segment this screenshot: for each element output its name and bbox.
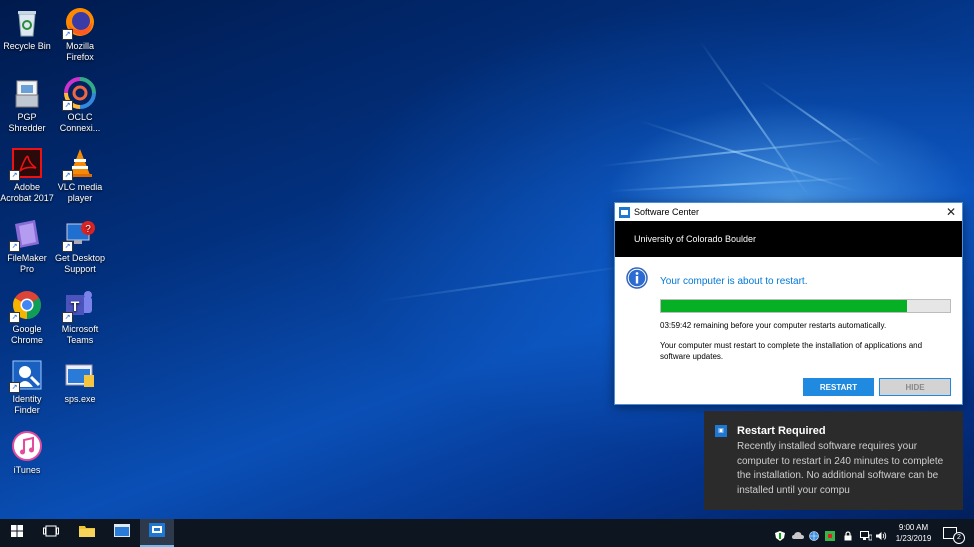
network-icon[interactable] [860,528,873,541]
info-icon [626,267,648,289]
shortcut-arrow-icon: ↗ [62,170,73,181]
defender-icon[interactable] [775,528,785,541]
desktop-icon-label: OCLC Connexi... [59,112,101,133]
firefox-icon: ↗ [62,6,96,40]
task-view-button[interactable] [34,519,68,547]
shortcut-arrow-icon: ↗ [9,382,20,393]
close-button[interactable]: ✕ [940,203,962,221]
restart-required-toast[interactable]: ▣ Restart Required Recently installed so… [704,411,963,510]
desktop-icon-sps-exe[interactable]: sps.exe [53,359,107,405]
desktop-icon-label: FileMaker Pro [7,253,47,274]
taskbar: 9:00 AM 1/23/2019 2 [0,519,974,547]
clock-date: 1/23/2019 [895,534,932,543]
toast-title: Restart Required [737,425,826,437]
software-center-window: Software Center ✕ University of Colorado… [614,202,963,405]
software-center-icon [149,522,165,542]
window-title: Software Center [634,207,700,217]
close-icon: ✕ [945,205,957,219]
desktop-icon-desktop-support[interactable]: ? ↗ Get Desktop Support [53,218,107,275]
toast-body: Recently installed software requires you… [737,441,944,496]
software-center-icon: ▣ [715,425,727,437]
system-clock[interactable]: 9:00 AM 1/23/2019 [891,522,936,544]
taskbar-software-center[interactable] [140,519,174,547]
desktop-icon-label: VLC media player [57,182,103,203]
shortcut-arrow-icon: ↗ [9,170,20,181]
shortcut-arrow-icon: ↗ [62,241,73,252]
desktop-icon-recycle-bin[interactable]: Recycle Bin [0,6,54,52]
pgp-shredder-icon [11,77,43,109]
desktop-icon-label: PGP Shredder [8,112,46,133]
app-window-icon [114,524,130,542]
desktop-icon-chrome[interactable]: ↗ Google Chrome [0,289,54,346]
taskbar-app-window[interactable] [105,519,139,547]
shortcut-arrow-icon: ↗ [62,312,73,323]
restart-progress-fill [661,300,907,312]
lock-icon[interactable] [843,528,853,541]
desktop-icon-label: Microsoft Teams [61,324,99,345]
chrome-icon: ↗ [9,289,43,323]
security-shield-icon[interactable] [825,528,835,541]
network-globe-icon[interactable] [809,528,819,541]
desktop-icon-label: Recycle Bin [3,41,51,51]
desktop-icon-teams[interactable]: T ↗ Microsoft Teams [53,289,107,346]
shortcut-arrow-icon: ↗ [62,29,73,40]
identity-finder-icon: ↗ [9,359,43,393]
desktop-icon-itunes[interactable]: iTunes [0,430,54,476]
start-button[interactable] [0,519,34,547]
task-view-icon [43,524,59,542]
notification-count-badge: 2 [953,532,965,544]
desktop-icon-label: Adobe Acrobat 2017 [0,182,54,203]
desktop-icon-pgp-shredder[interactable]: PGP Shredder [0,77,54,134]
vlc-icon: ↗ [62,147,96,181]
restart-message: Your computer must restart to complete t… [660,341,923,361]
shortcut-arrow-icon: ↗ [62,100,73,111]
desktop-icon-acrobat[interactable]: ↗ Adobe Acrobat 2017 [0,147,54,204]
sps-exe-icon [64,359,96,391]
svg-text:?: ? [85,224,91,235]
desktop-icon-vlc[interactable]: ↗ VLC media player [53,147,107,204]
itunes-icon [11,430,43,462]
desktop-icon-oclc[interactable]: ↗ OCLC Connexi... [53,77,107,134]
restart-progress-bar [660,299,951,313]
hide-button[interactable]: HIDE [879,378,951,396]
volume-icon[interactable] [876,528,887,540]
onedrive-icon[interactable] [792,528,804,539]
shortcut-arrow-icon: ↗ [9,312,20,323]
oclc-icon: ↗ [62,77,96,111]
desktop-icon-filemaker[interactable]: ↗ FileMaker Pro [0,218,54,275]
file-explorer-icon [79,524,95,542]
filemaker-icon: ↗ [9,218,43,252]
software-center-icon [619,206,630,218]
organization-name: University of Colorado Boulder [634,234,757,244]
recycle-bin-icon [11,6,43,38]
desktop-icon-label: sps.exe [64,394,96,404]
taskbar-file-explorer[interactable] [70,519,104,547]
shortcut-arrow-icon: ↗ [9,241,20,252]
desktop-icon-label: Get Desktop Support [54,253,106,274]
restart-button[interactable]: RESTART [803,378,874,396]
desktop-icon-firefox[interactable]: ↗ Mozilla Firefox [53,6,107,63]
teams-icon: T ↗ [62,289,96,323]
desktop-icon-label: Google Chrome [10,324,43,345]
desktop-icon-label: Mozilla Firefox [65,41,94,62]
desktop-icon-label: iTunes [13,465,41,475]
clock-time: 9:00 AM [898,523,929,532]
remaining-time-text: 03:59:42 remaining before your computer … [660,321,887,330]
desktop-support-icon: ? ↗ [62,218,96,252]
desktop-icon-identity-finder[interactable]: ↗ Identity Finder [0,359,54,416]
acrobat-icon: ↗ [9,147,43,181]
organization-banner: University of Colorado Boulder [615,221,962,257]
window-title-bar[interactable]: Software Center ✕ [615,203,962,221]
desktop-icon-label: Identity Finder [12,394,42,415]
windows-logo-icon [11,524,23,542]
restart-headline: Your computer is about to restart. [660,276,808,287]
